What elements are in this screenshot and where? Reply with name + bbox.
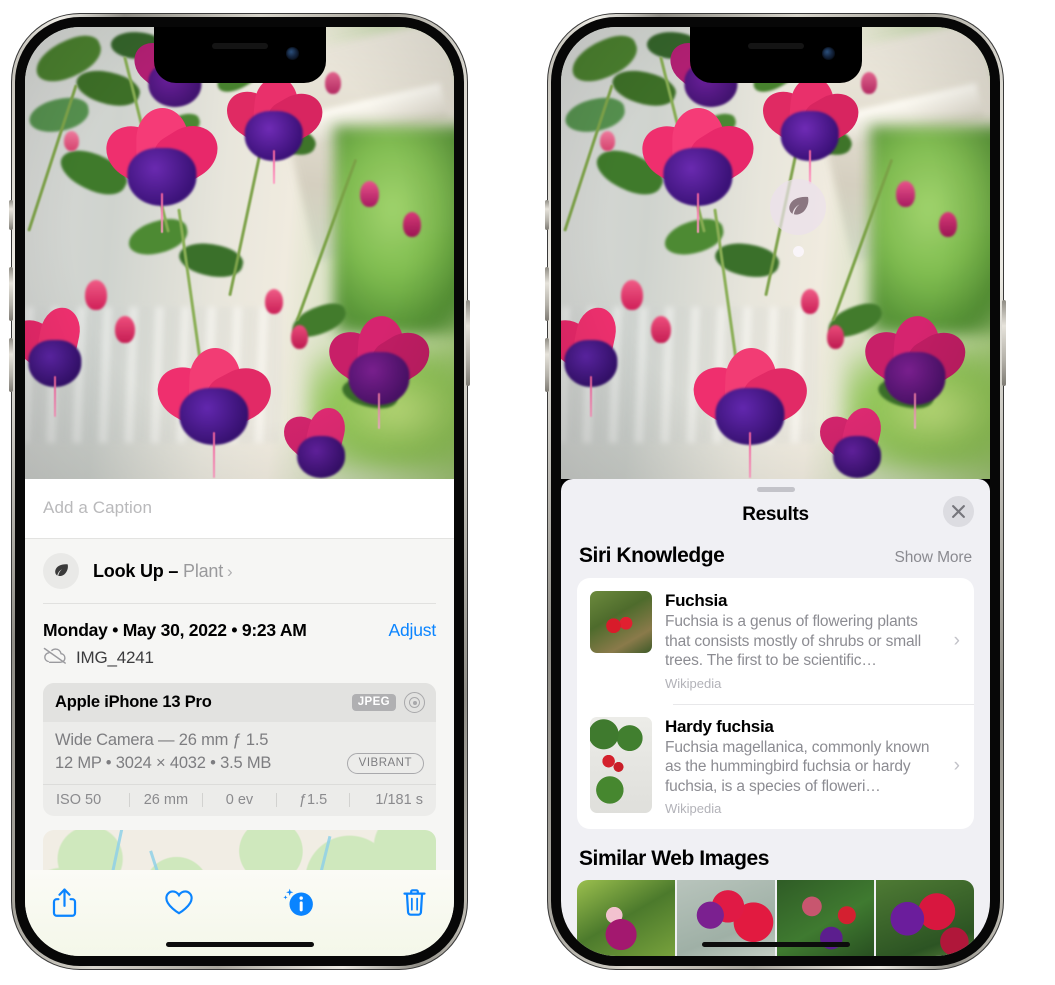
file-row: IMG_4241 [25, 643, 454, 683]
similar-images-title: Similar Web Images [579, 847, 769, 871]
list-item[interactable]: Hardy fuchsia Fuchsia magellanica, commo… [577, 703, 974, 830]
volume-down-button-left[interactable] [9, 338, 13, 392]
chevron-right-icon: › [227, 561, 233, 581]
show-more-button[interactable]: Show More [895, 549, 973, 567]
aperture-icon[interactable] [404, 692, 425, 713]
look-up-row[interactable]: ✦ ✦ Look Up – Plant› [25, 533, 454, 604]
mute-switch-left[interactable] [9, 200, 13, 230]
earpiece-speaker-right [747, 43, 804, 49]
notch-left [153, 27, 326, 83]
iphone-left: Add a Caption ✦ ✦ Look Up – Plant› [9, 14, 470, 969]
volume-down-button-right[interactable] [545, 338, 549, 392]
result-description: Fuchsia magellanica, commonly known as t… [665, 738, 930, 795]
screenshot-root: Add a Caption ✦ ✦ Look Up – Plant› [0, 0, 1055, 985]
visual-look-up-leaf-icon[interactable] [770, 179, 826, 235]
photo-info-sheet: Add a Caption ✦ ✦ Look Up – Plant› [25, 479, 454, 956]
camera-badges: JPEG [351, 692, 425, 713]
exif-aperture: ƒ1.5 [298, 792, 328, 808]
screen-right: Results Siri Knowledge Show More Fuchsia… [561, 27, 990, 956]
power-button-right[interactable] [1002, 300, 1006, 386]
result-description: Fuchsia is a genus of flowering plants t… [665, 613, 922, 670]
photo-date: Monday • May 30, 2022 • 9:23 AM [43, 620, 307, 640]
photo-vignette [561, 27, 990, 479]
trash-icon[interactable] [401, 887, 428, 918]
result-text: Fuchsia Fuchsia is a genus of flowering … [665, 591, 941, 691]
look-up-label: Look Up – Plant › [93, 561, 233, 582]
results-title: Results [742, 504, 809, 525]
dimensions-row: 12 MP • 3024 × 4032 • 3.5 MB VIBRANT [55, 753, 424, 774]
image-dimensions: 12 MP • 3024 × 4032 • 3.5 MB [55, 754, 272, 772]
front-camera-right [821, 47, 835, 60]
knowledge-card: Fuchsia Fuchsia is a genus of flowering … [577, 578, 974, 830]
result-title: Hardy fuchsia [665, 716, 774, 736]
home-indicator-left[interactable] [165, 942, 314, 947]
visual-look-up-anchor-dot [793, 246, 804, 257]
result-thumbnail [590, 591, 652, 653]
photo-fuchsia-right[interactable] [561, 27, 990, 479]
adjust-button[interactable]: Adjust [389, 620, 437, 641]
format-badge: JPEG [351, 694, 396, 711]
similar-web-image[interactable] [577, 880, 675, 956]
similar-web-image[interactable] [876, 880, 974, 956]
sparkle-icon: ✦ [25, 533, 27, 548]
iphone-right: Results Siri Knowledge Show More Fuchsia… [545, 14, 1006, 969]
device-name: Apple iPhone 13 Pro [55, 693, 212, 711]
caption-placeholder: Add a Caption [43, 498, 153, 517]
exif-row: ISO 50 26 mm 0 ev ƒ1.5 1/181 s [43, 784, 436, 816]
leaf-icon [43, 553, 79, 589]
camera-card-body: Wide Camera — 26 mm ƒ 1.5 12 MP • 3024 ×… [43, 722, 436, 784]
siri-knowledge-header: Siri Knowledge Show More [561, 542, 990, 578]
caption-field[interactable]: Add a Caption [25, 479, 454, 539]
share-icon[interactable] [51, 887, 78, 918]
chevron-right-icon: › [953, 755, 960, 777]
look-up-subject: Plant [183, 560, 224, 581]
list-item[interactable]: Fuchsia Fuchsia is a genus of flowering … [577, 578, 974, 704]
date-row: Monday • May 30, 2022 • 9:23 AM Adjust [25, 604, 454, 643]
exif-iso: ISO 50 [56, 792, 102, 808]
heart-icon[interactable] [164, 889, 194, 916]
exif-focal: 26 mm [143, 792, 189, 808]
result-source: Wikipedia [665, 801, 722, 817]
result-thumbnail [590, 716, 652, 813]
result-title: Fuchsia [665, 591, 728, 610]
look-up-prefix: Look Up – [93, 560, 184, 581]
photo-vignette [25, 27, 454, 479]
home-indicator-right[interactable] [701, 942, 850, 947]
similar-images-header: Similar Web Images [561, 829, 990, 880]
info-icon[interactable] [281, 886, 315, 918]
volume-up-button-right[interactable] [545, 267, 549, 321]
screen-left: Add a Caption ✦ ✦ Look Up – Plant› [25, 27, 454, 956]
earpiece-speaker-left [211, 43, 268, 49]
front-camera-left [285, 47, 299, 60]
results-sheet: Results Siri Knowledge Show More Fuchsia… [561, 479, 990, 956]
camera-info-card: Apple iPhone 13 Pro JPEG Wide Camera — 2… [43, 683, 436, 816]
cloud-slash-icon [43, 647, 67, 669]
siri-knowledge-title: Siri Knowledge [579, 544, 725, 567]
photo-fuchsia-left[interactable] [25, 27, 454, 479]
power-button-left[interactable] [466, 300, 470, 386]
file-name: IMG_4241 [76, 648, 154, 667]
lens-info: Wide Camera — 26 mm ƒ 1.5 [55, 731, 269, 749]
volume-up-button-left[interactable] [9, 267, 13, 321]
exif-shutter: 1/181 s [375, 792, 423, 808]
results-header: Results [561, 492, 990, 542]
photographic-style-badge: VIBRANT [346, 753, 424, 774]
mute-switch-right[interactable] [545, 200, 549, 230]
camera-card-header: Apple iPhone 13 Pro JPEG [43, 683, 436, 722]
chevron-right-icon: › [953, 629, 960, 651]
close-icon[interactable] [943, 496, 974, 527]
exif-ev: 0 ev [225, 792, 254, 808]
result-text: Hardy fuchsia Fuchsia magellanica, commo… [665, 717, 941, 817]
notch-right [689, 27, 862, 83]
result-source: Wikipedia [665, 675, 722, 691]
